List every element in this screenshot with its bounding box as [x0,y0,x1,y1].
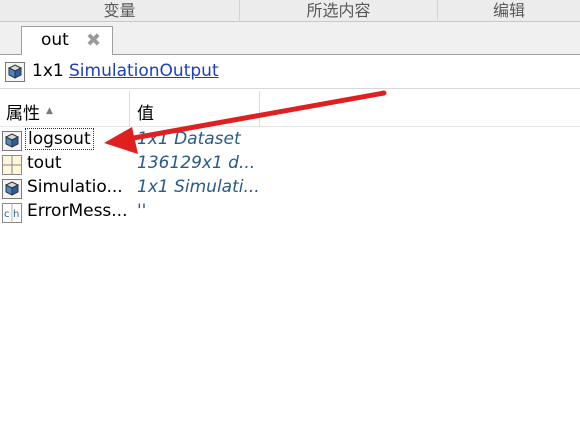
object-icon [2,179,22,199]
toolstrip-sections: 变量 所选内容 编辑 [0,0,580,22]
row-name: tout [27,153,62,173]
matrix-icon [2,155,22,175]
tab-bar: out ✖ [0,22,580,56]
svg-text:c: c [4,209,10,220]
table-header: 属性 ▲ 值 [0,91,580,127]
section-edit[interactable]: 编辑 [438,0,580,22]
row-name: logsout [25,128,94,150]
table-row[interactable]: tout 136129x1 d... [0,152,580,176]
table-row[interactable]: logsout 1x1 Dataset [0,128,580,152]
sort-ascending-icon: ▲ [46,106,53,116]
section-selection-label: 所选内容 [306,1,371,20]
variable-dimension: 1x1 [32,61,64,81]
tab-label: out [41,30,69,50]
row-value: '' [137,201,147,221]
close-icon[interactable]: ✖ [86,30,101,51]
row-name: ErrorMess... [27,201,128,221]
char-icon: c h [2,203,22,223]
row-value: 1x1 Simulati... [137,177,260,197]
table-row[interactable]: Simulatio... 1x1 Simulati... [0,176,580,200]
column-header-value-label: 值 [137,104,154,124]
row-value: 136129x1 d... [137,153,256,173]
column-header-property-label: 属性 [6,104,40,124]
section-selection[interactable]: 所选内容 [240,0,438,22]
table-row[interactable]: c h ErrorMess... '' [0,200,580,224]
section-variable[interactable]: 变量 [0,0,240,22]
class-link[interactable]: SimulationOutput [69,61,219,81]
column-header-property[interactable]: 属性 ▲ [0,91,130,127]
column-header-value[interactable]: 值 [130,91,260,127]
tab-out[interactable]: out ✖ [21,26,113,56]
svg-text:h: h [13,209,19,220]
row-value: 1x1 Dataset [137,129,241,149]
object-icon [2,131,22,151]
object-icon [5,62,25,82]
variable-title-bar: 1x1 SimulationOutput [0,55,580,89]
section-variable-label: 变量 [103,1,136,20]
section-edit-label: 编辑 [492,1,525,20]
row-name: Simulatio... [27,177,123,197]
